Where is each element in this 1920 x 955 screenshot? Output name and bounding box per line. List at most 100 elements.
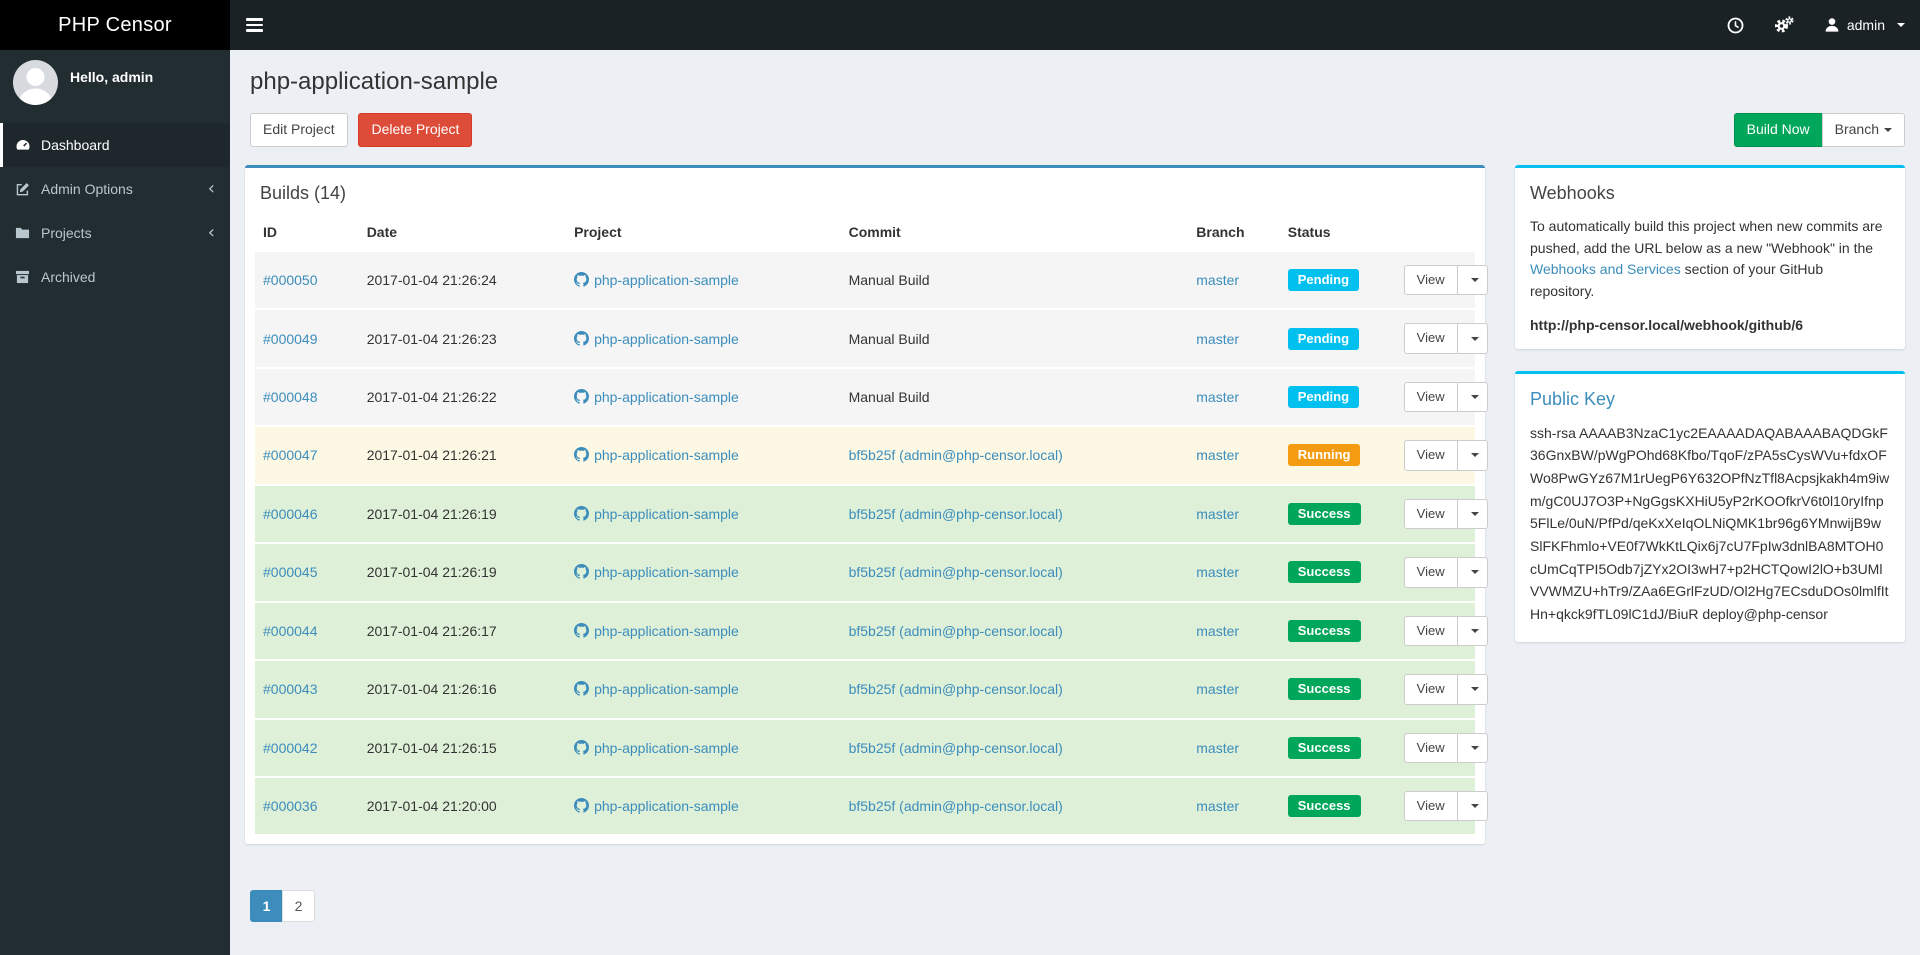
view-button-group: View <box>1403 381 1488 413</box>
caret-down-icon <box>1470 687 1479 692</box>
build-branch-cell: master <box>1188 249 1280 310</box>
build-project-link[interactable]: php-application-sample <box>594 681 739 697</box>
sidebar-item-archived[interactable]: Archived <box>0 255 230 299</box>
build-id-link[interactable]: #000045 <box>263 564 318 580</box>
build-commit-link[interactable]: bf5b25f (admin@php-censor.local) <box>849 564 1063 580</box>
caret-down-icon <box>1470 336 1479 341</box>
view-build-button[interactable]: View <box>1403 790 1458 822</box>
delete-project-button[interactable]: Delete Project <box>358 113 473 147</box>
view-build-button[interactable]: View <box>1403 323 1458 354</box>
build-commit-link[interactable]: bf5b25f (admin@php-censor.local) <box>849 623 1063 639</box>
view-build-dropdown-toggle[interactable] <box>1456 790 1488 822</box>
build-project-link[interactable]: php-application-sample <box>594 740 739 756</box>
build-project-link[interactable]: php-application-sample <box>594 272 739 288</box>
build-project-link[interactable]: php-application-sample <box>594 331 739 347</box>
build-project-cell: php-application-sample <box>566 542 841 602</box>
build-project-link[interactable]: php-application-sample <box>594 564 739 580</box>
build-commit-link[interactable]: bf5b25f (admin@php-censor.local) <box>849 506 1063 522</box>
build-project-link[interactable]: php-application-sample <box>594 623 739 639</box>
view-build-button[interactable]: View <box>1403 557 1458 588</box>
build-branch-link[interactable]: master <box>1196 740 1239 756</box>
status-badge: Pending <box>1287 327 1360 350</box>
build-branch-link[interactable]: master <box>1196 389 1239 405</box>
sidebar-item-admin-options[interactable]: Admin Options ‹ <box>0 167 230 211</box>
view-build-button[interactable]: View <box>1403 440 1458 471</box>
build-branch-link[interactable]: master <box>1196 623 1239 639</box>
sidebar-user-panel: Hello, admin <box>0 50 230 117</box>
build-branch-cell: master <box>1188 366 1280 427</box>
build-id-link[interactable]: #000044 <box>263 623 318 639</box>
settings-button[interactable] <box>1759 0 1809 50</box>
page-button[interactable]: 1 <box>250 890 283 923</box>
github-icon <box>574 681 590 696</box>
build-row: #000049 2017-01-04 21:26:23 php-applicatio… <box>255 308 1488 368</box>
app-logo[interactable]: PHP Censor <box>0 0 230 50</box>
sidebar-item-projects[interactable]: Projects ‹ <box>0 211 230 255</box>
view-build-dropdown-toggle[interactable] <box>1456 323 1488 354</box>
view-build-dropdown-toggle[interactable] <box>1456 381 1488 413</box>
view-build-dropdown-toggle[interactable] <box>1456 674 1488 705</box>
view-build-dropdown-toggle[interactable] <box>1456 615 1488 647</box>
view-build-button[interactable]: View <box>1403 615 1458 647</box>
build-id-link[interactable]: #000049 <box>263 331 318 347</box>
view-build-dropdown-toggle[interactable] <box>1456 440 1488 471</box>
build-timeline-button[interactable] <box>1712 0 1759 50</box>
user-icon <box>1825 18 1839 32</box>
build-project-link[interactable]: php-application-sample <box>594 447 739 463</box>
build-branch-link[interactable]: master <box>1196 564 1239 580</box>
build-id-link[interactable]: #000048 <box>263 389 318 405</box>
build-commit-link[interactable]: bf5b25f (admin@php-censor.local) <box>849 681 1063 697</box>
view-build-dropdown-toggle[interactable] <box>1456 732 1488 763</box>
sidebar-item-dashboard[interactable]: Dashboard <box>0 123 230 167</box>
build-now-button[interactable]: Build Now <box>1733 113 1823 147</box>
build-branch-link[interactable]: master <box>1196 798 1239 814</box>
build-project-link[interactable]: php-application-sample <box>594 798 739 814</box>
build-id-link[interactable]: #000047 <box>263 447 318 463</box>
build-commit-link[interactable]: bf5b25f (admin@php-censor.local) <box>849 447 1063 463</box>
build-status-cell: Success <box>1279 600 1396 661</box>
build-project-cell: php-application-sample <box>566 249 841 310</box>
view-build-button[interactable]: View <box>1403 674 1458 705</box>
column-header-date: Date <box>358 213 567 252</box>
view-build-dropdown-toggle[interactable] <box>1456 557 1488 588</box>
build-id-link[interactable]: #000036 <box>263 798 318 814</box>
view-build-button[interactable]: View <box>1403 498 1458 530</box>
build-id-cell: #000043 <box>255 659 359 719</box>
build-branch-cell: master <box>1188 600 1280 661</box>
build-id-cell: #000036 <box>255 775 359 835</box>
build-commit-link[interactable]: bf5b25f (admin@php-censor.local) <box>849 740 1063 756</box>
page-button[interactable]: 2 <box>282 890 315 923</box>
build-branch-link[interactable]: master <box>1196 447 1239 463</box>
build-project-link[interactable]: php-application-sample <box>594 506 739 522</box>
view-build-button[interactable]: View <box>1403 264 1458 296</box>
view-build-button[interactable]: View <box>1403 381 1458 413</box>
sidebar-toggle-button[interactable] <box>230 0 278 50</box>
hamburger-icon <box>245 18 263 21</box>
build-project-link[interactable]: php-application-sample <box>594 389 739 405</box>
build-commit-cell: bf5b25f (admin@php-censor.local) <box>840 659 1189 719</box>
top-navbar: admin <box>230 0 1920 50</box>
build-branch-link[interactable]: master <box>1196 681 1239 697</box>
webhooks-services-link[interactable]: Webhooks and Services <box>1530 261 1681 277</box>
build-branch-link[interactable]: master <box>1196 506 1239 522</box>
edit-project-button[interactable]: Edit Project <box>250 113 348 147</box>
build-id-cell: #000050 <box>255 249 359 310</box>
build-status-cell: Success <box>1279 775 1396 835</box>
branch-dropdown-button[interactable]: Branch <box>1821 113 1905 147</box>
build-commit-link[interactable]: bf5b25f (admin@php-censor.local) <box>849 798 1063 814</box>
build-branch-link[interactable]: master <box>1196 331 1239 347</box>
view-build-button[interactable]: View <box>1403 732 1458 763</box>
pagination: 12 <box>250 890 315 923</box>
view-build-dropdown-toggle[interactable] <box>1456 264 1488 296</box>
build-branch-link[interactable]: master <box>1196 272 1239 288</box>
project-actions-left: Edit Project Delete Project <box>250 113 473 147</box>
build-row: #000044 2017-01-04 21:26:17 php-applicatio… <box>255 600 1488 661</box>
view-button-group: View <box>1403 440 1488 471</box>
build-id-link[interactable]: #000043 <box>263 681 318 697</box>
view-build-dropdown-toggle[interactable] <box>1456 498 1488 530</box>
user-menu-button[interactable]: admin <box>1809 0 1920 50</box>
build-id-link[interactable]: #000046 <box>263 506 318 522</box>
column-header-branch: Branch <box>1188 213 1280 252</box>
build-id-link[interactable]: #000042 <box>263 740 318 756</box>
build-id-link[interactable]: #000050 <box>263 272 318 288</box>
